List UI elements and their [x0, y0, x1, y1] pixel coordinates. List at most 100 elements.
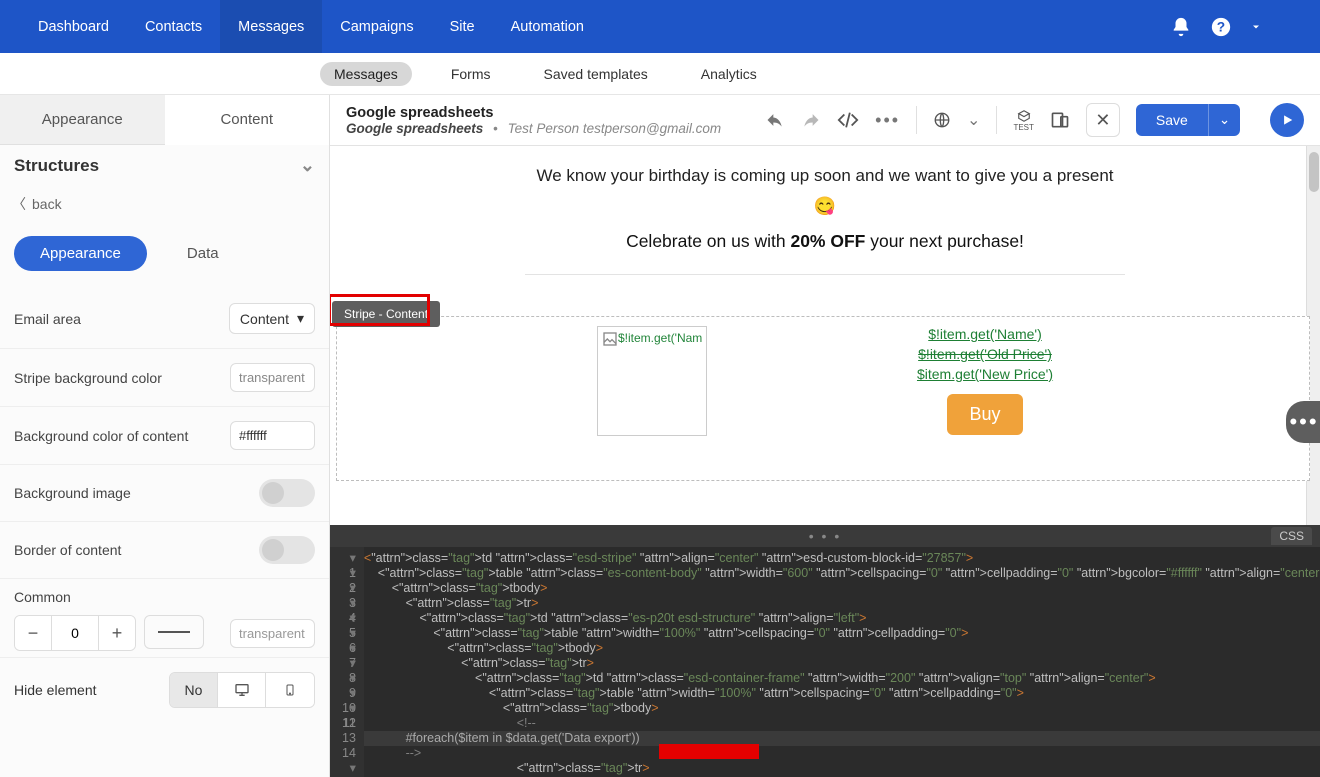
- hide-option-desktop[interactable]: [218, 673, 266, 707]
- back-label: back: [32, 196, 62, 212]
- product-old-price-link[interactable]: $!item.get('Old Price'): [918, 346, 1052, 362]
- row-content-bg: Background color of content: [0, 407, 329, 465]
- border-style-select[interactable]: [144, 615, 204, 649]
- left-tabs: Appearance Content: [0, 95, 329, 145]
- subtab-data[interactable]: Data: [187, 245, 219, 262]
- email-header-left: Google spreadsheets Google spreadsheets …: [346, 105, 721, 136]
- greeting-text: We know your birthday is coming up soon …: [536, 166, 1113, 186]
- test-icon[interactable]: TEST: [1013, 109, 1033, 132]
- stepper-plus[interactable]: +: [99, 616, 135, 650]
- product-new-price-link[interactable]: $item.get('New Price'): [917, 366, 1053, 382]
- play-icon: [1280, 113, 1294, 127]
- nav-dashboard[interactable]: Dashboard: [20, 0, 127, 53]
- row-bg-image: Background image: [0, 465, 329, 522]
- subtabs: Appearance Data: [0, 222, 329, 289]
- row-common: − +: [0, 609, 329, 657]
- tab-content[interactable]: Content: [165, 95, 330, 145]
- product-name-link[interactable]: $!item.get('Name'): [928, 326, 1042, 342]
- nav-automation[interactable]: Automation: [493, 0, 602, 53]
- chevron-left-icon: 〈: [12, 194, 26, 214]
- code-icon[interactable]: [837, 109, 859, 131]
- canvas: We know your birthday is coming up soon …: [330, 146, 1320, 525]
- product-image-placeholder[interactable]: $!item.get('Nam: [597, 326, 707, 436]
- email-area-label: Email area: [14, 311, 81, 327]
- desktop-icon: [233, 682, 251, 698]
- border-content-switch[interactable]: [259, 536, 315, 564]
- left-panel: Appearance Content Structures ⌄ 〈 back A…: [0, 95, 330, 777]
- stepper-minus[interactable]: −: [15, 616, 51, 650]
- email-area-value: Content: [240, 311, 289, 327]
- subnav-forms[interactable]: Forms: [437, 62, 505, 86]
- bell-icon[interactable]: [1170, 16, 1192, 38]
- fab-more[interactable]: •••: [1286, 401, 1320, 443]
- common-color-input[interactable]: [230, 619, 315, 648]
- product-info: $!item.get('Name') $!item.get('Old Price…: [917, 326, 1053, 435]
- stripe-bg-input[interactable]: [230, 363, 315, 392]
- play-button[interactable]: [1270, 103, 1304, 137]
- hide-option-mobile[interactable]: [266, 673, 314, 707]
- code-panel: • • • CSS ▾ 1▾ 2▾ 3▾ 4▾ 5▾ 6▾ 7▾ 8▾ 9▾ 1…: [330, 525, 1320, 777]
- subnav-analytics[interactable]: Analytics: [687, 62, 771, 86]
- help-icon[interactable]: ?: [1210, 16, 1232, 38]
- broken-image-icon: [602, 331, 618, 347]
- product-image-alt: $!item.get('Nam: [618, 331, 702, 345]
- globe-caret-icon[interactable]: ⌄: [967, 110, 980, 130]
- bg-image-label: Background image: [14, 485, 131, 501]
- subnav-messages[interactable]: Messages: [320, 62, 412, 86]
- top-nav-right: ?: [1170, 16, 1300, 38]
- code-toolbar: • • • CSS: [330, 525, 1320, 547]
- code-editor[interactable]: ▾ 1▾ 2▾ 3▾ 4▾ 5▾ 6▾ 7▾ 8▾ 9▾ 10▾ 11 12 1…: [330, 547, 1320, 777]
- nav-contacts[interactable]: Contacts: [127, 0, 220, 53]
- content-bg-input[interactable]: [230, 421, 315, 450]
- email-area-select[interactable]: Content ▾: [229, 303, 315, 334]
- close-button[interactable]: ✕: [1086, 103, 1120, 137]
- save-dropdown[interactable]: ⌄: [1208, 104, 1240, 136]
- emoji: 😋: [814, 196, 836, 217]
- promo-text: Celebrate on us with 20% OFF your next p…: [626, 231, 1024, 252]
- more-icon[interactable]: •••: [875, 110, 900, 131]
- stepper-value[interactable]: [51, 616, 99, 650]
- top-nav: Dashboard Contacts Messages Campaigns Si…: [0, 0, 1320, 53]
- subnav-saved-templates[interactable]: Saved templates: [529, 62, 661, 86]
- row-hide-element: Hide element No: [0, 657, 329, 722]
- redo-icon[interactable]: [801, 110, 821, 130]
- email-title: Google spreadsheets: [346, 105, 721, 121]
- caret-down-icon: ▾: [297, 310, 304, 327]
- nav-messages[interactable]: Messages: [220, 0, 322, 53]
- back-button[interactable]: 〈 back: [0, 186, 329, 222]
- chevron-down-icon: ⌄: [300, 155, 315, 176]
- product-row: $!item.get('Nam $!item.get('Name') $!ite…: [330, 326, 1320, 436]
- subtab-appearance[interactable]: Appearance: [14, 236, 147, 271]
- undo-icon[interactable]: [765, 110, 785, 130]
- stripe-label[interactable]: Stripe - Content: [332, 301, 440, 327]
- hide-option-no[interactable]: No: [170, 673, 218, 707]
- globe-icon[interactable]: [933, 111, 951, 129]
- row-stripe-bg: Stripe background color: [0, 349, 329, 407]
- devices-icon[interactable]: [1050, 110, 1070, 130]
- section-structures[interactable]: Structures ⌄: [0, 145, 329, 186]
- user-menu[interactable]: [1250, 16, 1300, 38]
- buy-button[interactable]: Buy: [947, 394, 1022, 435]
- email-body: We know your birthday is coming up soon …: [330, 146, 1320, 301]
- svg-text:?: ?: [1217, 19, 1225, 34]
- tab-appearance[interactable]: Appearance: [0, 95, 165, 144]
- divider: [916, 106, 917, 134]
- drag-handle-icon[interactable]: • • •: [809, 528, 841, 544]
- code-lines: <"attrn">class="tag">td "attrn">class="e…: [364, 547, 1320, 777]
- divider: [996, 106, 997, 134]
- css-tab[interactable]: CSS: [1271, 527, 1312, 545]
- save-button[interactable]: Save: [1136, 104, 1208, 136]
- nav-campaigns[interactable]: Campaigns: [322, 0, 431, 53]
- row-email-area: Email area Content ▾: [0, 289, 329, 349]
- promo-prefix: Celebrate on us with: [626, 231, 790, 251]
- bg-image-switch[interactable]: [259, 479, 315, 507]
- nav-site[interactable]: Site: [432, 0, 493, 53]
- mobile-icon: [284, 681, 296, 699]
- email-subtitle-bold: Google spreadsheets: [346, 121, 483, 136]
- common-stepper: − +: [14, 615, 136, 651]
- email-actions: ••• ⌄ TEST ✕ Save ⌄: [765, 103, 1304, 137]
- email-subtitle: Google spreadsheets • Test Person testpe…: [346, 121, 721, 136]
- promo-suffix: your next purchase!: [865, 231, 1024, 251]
- save-group: Save ⌄: [1136, 104, 1240, 136]
- separator-line: [525, 274, 1125, 275]
